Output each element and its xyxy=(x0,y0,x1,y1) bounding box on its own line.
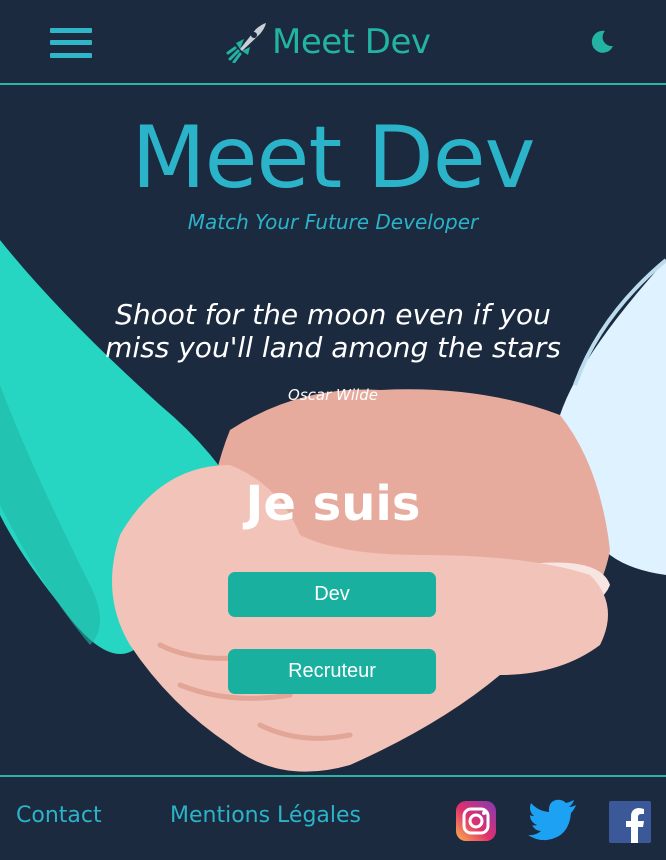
hero-subtitle: Match Your Future Developer xyxy=(187,210,479,234)
brand-logo[interactable]: Meet Dev xyxy=(226,18,431,66)
role-prompt: Je suis xyxy=(245,476,421,532)
quote-author: Oscar Wilde xyxy=(288,386,378,404)
header: Meet Dev xyxy=(0,0,666,85)
rocket-icon xyxy=(226,23,266,63)
legal-notice-link[interactable]: Mentions Légales xyxy=(170,803,361,828)
quote-line-2: miss you'll land among the stars xyxy=(105,331,561,364)
instagram-icon[interactable] xyxy=(456,801,496,841)
hero-section: Meet Dev Match Your Future Developer Sho… xyxy=(0,85,666,775)
hamburger-menu-icon[interactable] xyxy=(50,28,92,58)
quote-line-1: Shoot for the moon even if you xyxy=(115,298,551,331)
hero-quote: Shoot for the moon even if you miss you'… xyxy=(90,298,576,364)
recruiter-button[interactable]: Recruteur xyxy=(228,649,436,694)
moon-icon[interactable] xyxy=(588,28,616,56)
twitter-icon[interactable] xyxy=(528,799,578,843)
brand-name: Meet Dev xyxy=(272,22,431,62)
facebook-icon[interactable] xyxy=(609,801,651,843)
hero-title: Meet Dev xyxy=(131,108,535,208)
footer: Contact Mentions Légales xyxy=(0,775,666,860)
contact-link[interactable]: Contact xyxy=(16,803,102,828)
dev-button[interactable]: Dev xyxy=(228,572,436,617)
